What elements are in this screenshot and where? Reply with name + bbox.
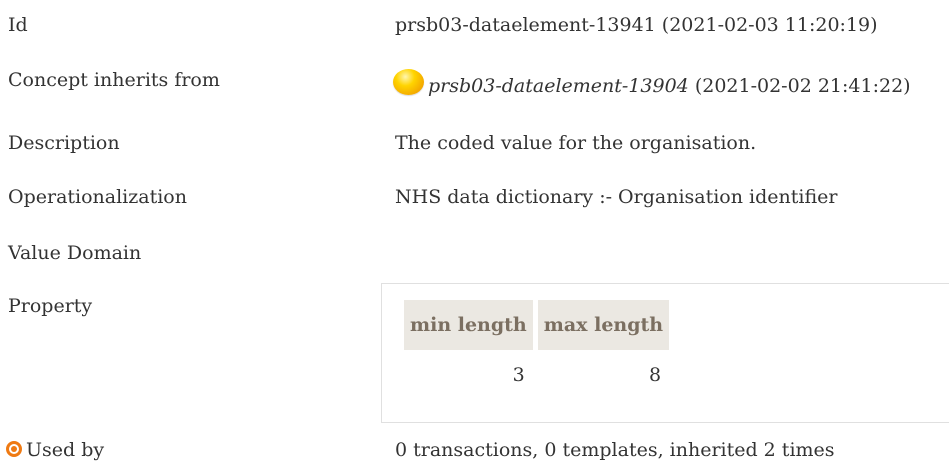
property-table: min length max length 3 8 [399,300,674,386]
status-dot-icon [393,69,424,95]
inherited-concept-link[interactable]: prsb03-dataelement-13904 [428,75,689,97]
id-label: Id [8,14,28,36]
operationalization-label: Operationalization [8,186,187,208]
value-domain-label: Value Domain [8,242,142,264]
max-length-header: max length [537,300,670,350]
inherits-value: prsb03-dataelement-13904 (2021-02-02 21:… [393,69,911,97]
property-box: min length max length 3 8 [381,283,949,423]
used-by-label: Used by [26,439,105,461]
inherits-timestamp: (2021-02-02 21:41:22) [688,75,911,97]
used-by-value: 0 transactions, 0 templates, inherited 2… [395,439,835,461]
min-length-header: min length [404,300,533,350]
property-label: Property [8,295,93,317]
id-value: prsb03-dataelement-13941 (2021-02-03 11:… [395,14,878,36]
inherits-label: Concept inherits from [8,69,220,91]
used-by-label-wrap: Used by [6,439,104,461]
min-length-value: 3 [512,364,525,386]
target-icon [6,441,22,457]
description-value: The coded value for the organisation. [395,132,757,154]
max-length-value: 8 [649,364,662,386]
description-label: Description [8,132,120,154]
operationalization-value: NHS data dictionary :- Organisation iden… [395,186,838,208]
